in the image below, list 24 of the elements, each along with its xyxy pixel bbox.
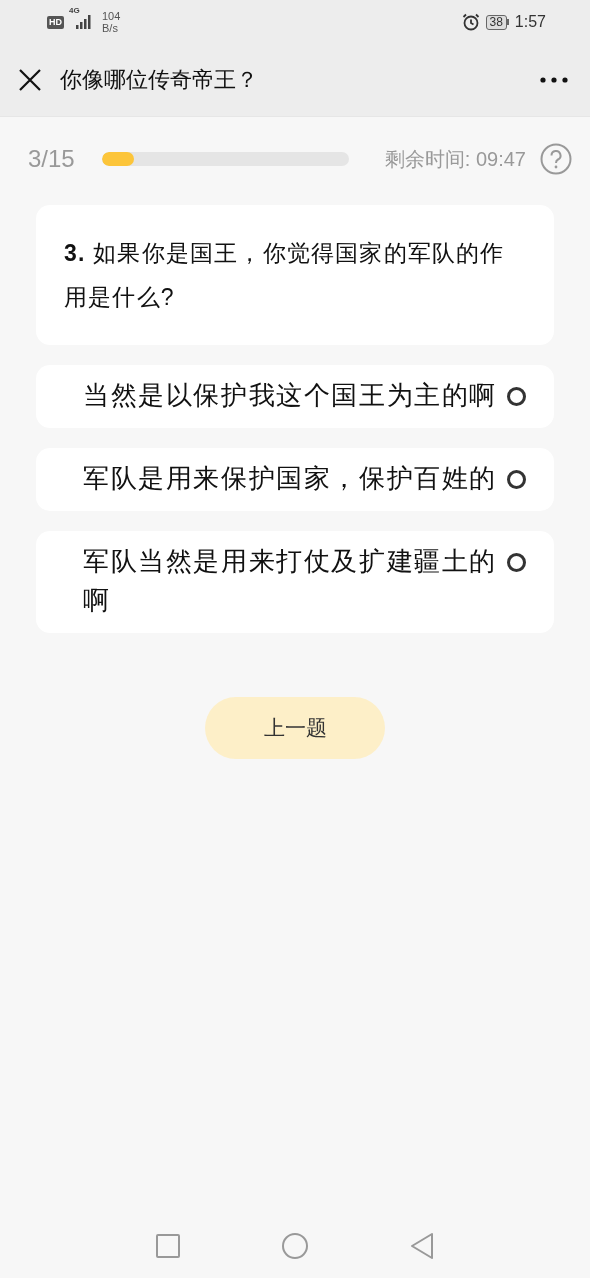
speed-unit: B/s [102,22,119,34]
radio-button[interactable] [507,470,526,489]
question-counter: 3/15 [28,145,76,173]
alarm-icon [461,13,480,31]
speed-value: 104 [102,10,121,22]
answer-option[interactable]: 军队是用来保护国家，保护百姓的 [36,448,554,511]
back-icon[interactable] [409,1232,435,1260]
answer-option[interactable]: 军队当然是用来打仗及扩建疆土的啊 [36,531,554,633]
help-icon[interactable] [540,143,572,175]
page-title: 你像哪位传奇帝王？ [60,66,258,94]
radio-button[interactable] [507,387,526,406]
hd-icon: HD [47,15,64,29]
home-icon[interactable] [281,1232,309,1260]
answer-option[interactable]: 当然是以保护我这个国王为主的啊 [36,365,554,428]
network-type: 4G [69,6,80,15]
radio-button[interactable] [507,553,526,572]
clock-time: 1:57 [514,13,546,31]
previous-question-button[interactable]: 上一题 [205,697,385,759]
more-icon[interactable] [540,77,568,83]
square-icon[interactable] [155,1233,181,1259]
battery-icon: 38 [485,14,509,30]
time-remaining: 剩余时间: 09:47 [384,146,526,172]
close-icon[interactable] [18,68,42,92]
question-text: 3. 如果你是国王，你觉得国家的军队的作用是什么? [64,239,506,312]
